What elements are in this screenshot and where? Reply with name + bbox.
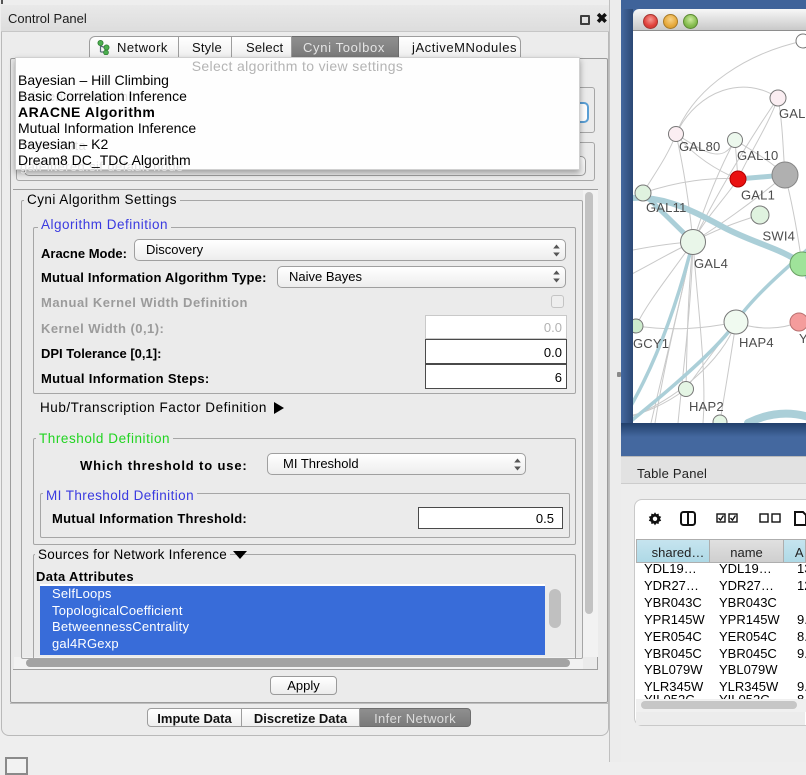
svg-text:GAL: GAL: [779, 106, 806, 121]
svg-text:GAL80: GAL80: [679, 139, 720, 154]
svg-text:HAP4: HAP4: [739, 335, 774, 350]
svg-text:Y: Y: [799, 331, 806, 346]
svg-text:GCY1: GCY1: [633, 336, 669, 351]
svg-text:SWI4: SWI4: [763, 229, 796, 244]
svg-text:GAL10: GAL10: [737, 148, 778, 163]
svg-text:GAL4: GAL4: [694, 256, 728, 271]
svg-text:GAL11: GAL11: [646, 200, 687, 215]
svg-text:HAP2: HAP2: [689, 399, 724, 414]
svg-text:GAL1: GAL1: [741, 188, 775, 203]
